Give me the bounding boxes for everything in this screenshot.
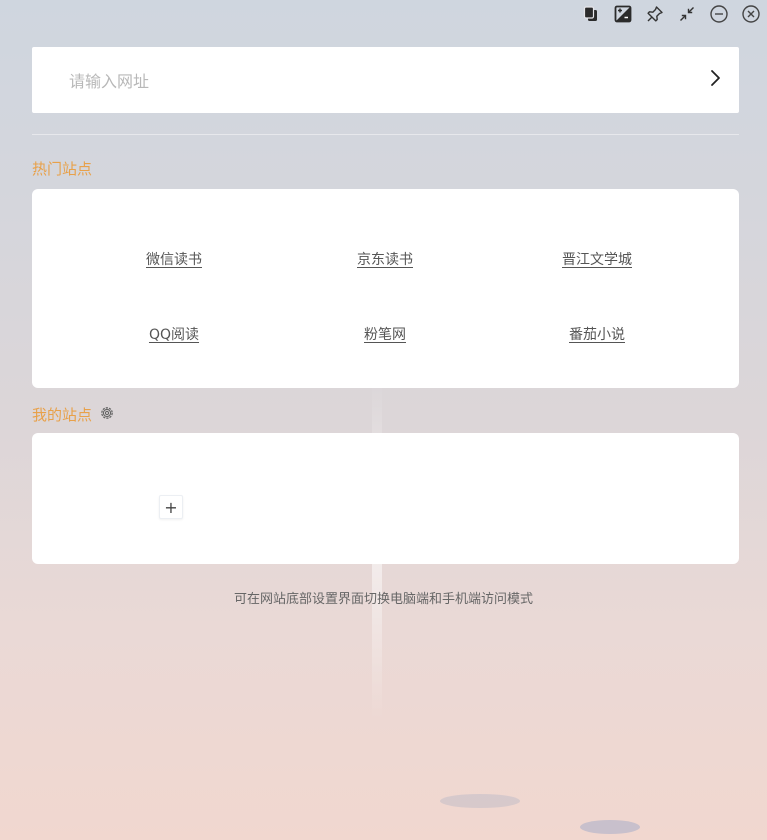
url-input[interactable] (67, 47, 671, 115)
minimize-button[interactable] (707, 4, 731, 28)
hot-sites-title: 热门站点 (32, 158, 92, 179)
hot-sites-card: 微信读书 京东读书 晋江文学城 QQ阅读 粉笔网 番茄小说 (32, 189, 739, 388)
pin-button[interactable] (643, 4, 667, 28)
copy-button[interactable] (579, 4, 603, 28)
go-button[interactable] (703, 68, 727, 92)
background-cloud (440, 794, 520, 808)
minimize-icon (709, 4, 729, 28)
hint-text: 可在网站底部设置界面切换电脑端和手机端访问模式 (233, 592, 533, 607)
my-sites-title-text: 我的站点 (32, 406, 93, 424)
divider (32, 134, 739, 135)
contrast-button[interactable] (611, 4, 635, 28)
close-button[interactable] (739, 4, 763, 28)
collapse-icon (678, 5, 696, 27)
url-bar (32, 47, 739, 115)
window-titlebar (579, 4, 763, 28)
close-icon (741, 4, 761, 28)
chevron-right-icon (707, 69, 723, 91)
hot-site-link-fanqie[interactable]: 番茄小说 (569, 324, 625, 344)
collapse-button[interactable] (675, 4, 699, 28)
my-sites-title: 我的站点 (32, 404, 116, 425)
pin-icon (646, 5, 664, 27)
my-sites-settings-button[interactable] (98, 406, 116, 424)
hot-site-link-jjwxc[interactable]: 晋江文学城 (562, 249, 632, 269)
hot-site-link-jd-read[interactable]: 京东读书 (357, 249, 413, 269)
background-cloud (580, 820, 640, 834)
contrast-icon (614, 5, 632, 27)
hot-site-link-qq-read[interactable]: QQ阅读 (149, 324, 199, 344)
add-site-button[interactable]: + (159, 495, 183, 519)
hot-site-link-fenbi[interactable]: 粉笔网 (364, 324, 406, 344)
gear-icon (99, 405, 115, 425)
hot-site-link-weread[interactable]: 微信读书 (146, 249, 202, 269)
hot-sites-title-text: 热门站点 (32, 160, 93, 178)
my-sites-card: + (32, 433, 739, 564)
copy-icon (582, 5, 600, 27)
